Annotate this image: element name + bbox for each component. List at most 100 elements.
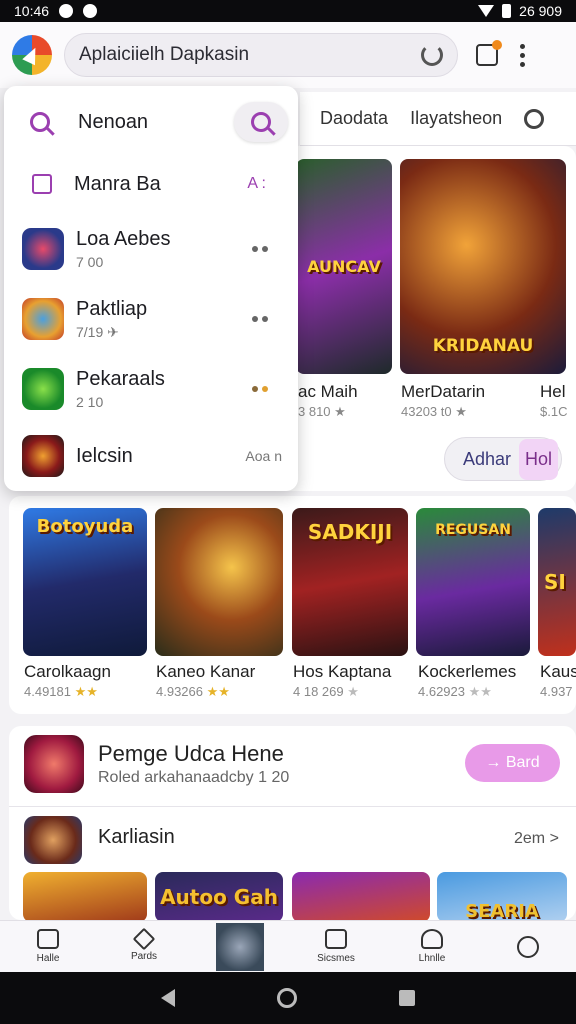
dropdown-suggestion[interactable]: Manra Ba A : xyxy=(4,164,298,204)
dropdown-item[interactable]: Pekaraals 2 10 xyxy=(4,364,298,414)
game-art: SADKIJI xyxy=(307,520,393,544)
avatar-icon xyxy=(216,922,264,971)
section-app-icon[interactable] xyxy=(24,816,82,864)
app-icon xyxy=(22,435,64,477)
tab-1[interactable]: Ilayatsheon xyxy=(410,108,502,129)
featured-name: ac Maih xyxy=(298,382,358,401)
google-icon xyxy=(83,4,98,18)
game-name: Kockerlemes xyxy=(418,662,517,681)
dropdown-item[interactable]: Paktliap 7/19 ✈ xyxy=(4,294,298,344)
nav-avatar[interactable] xyxy=(192,921,288,972)
dropdown-query-text[interactable]: Nenoan xyxy=(78,111,148,134)
filter-pill[interactable]: Adhar Hol xyxy=(444,437,562,481)
section-see-all-link[interactable]: 2em > xyxy=(514,830,559,848)
suggestion-hint: A : xyxy=(247,175,266,192)
promo-subtitle: Roled arkahanaadcby 1 20 xyxy=(98,769,290,786)
bottom-tile[interactable] xyxy=(23,872,147,922)
featured-rating: $.1C xyxy=(540,404,568,419)
section-title: Karliasin xyxy=(98,826,175,848)
game-art: SI xyxy=(544,570,566,594)
app-logo-icon[interactable] xyxy=(12,35,52,75)
app-icon xyxy=(22,298,64,340)
game-tile[interactable]: Botoyuda xyxy=(23,508,147,656)
search-icon xyxy=(30,112,50,132)
game-tile[interactable]: SI xyxy=(538,508,576,656)
game-rating: 4.49181 ★★ xyxy=(24,684,98,699)
app-icon xyxy=(22,368,64,410)
status-time: 10:46 xyxy=(14,3,50,19)
downloads-icon[interactable] xyxy=(476,40,502,66)
dropdown-item-sub: 7 00 xyxy=(76,254,104,270)
dropdown-item[interactable]: Loa Aebes 7 00 xyxy=(4,224,298,274)
bottom-tile[interactable]: SEARIA xyxy=(437,872,567,922)
nav-label: Sicsmes xyxy=(317,953,355,964)
search-submit-button[interactable] xyxy=(234,102,288,142)
bottom-tile[interactable]: Autoo Gah xyxy=(155,872,283,922)
dropdown-item-title: Pekaraals xyxy=(76,368,165,390)
system-navigation xyxy=(0,972,576,1024)
settings-icon xyxy=(517,935,539,958)
game-tile[interactable]: REGUSAN xyxy=(416,508,530,656)
tab-0[interactable]: Daodata xyxy=(320,108,388,129)
nav-profile[interactable]: Lhnlle xyxy=(384,921,480,972)
game-rating: 4.937 xyxy=(540,684,573,699)
item-more-icon[interactable] xyxy=(252,246,268,252)
bottom-tile-art xyxy=(23,872,147,922)
bottom-tile-art xyxy=(292,872,430,922)
nav-library[interactable]: Sicsmes xyxy=(288,921,384,972)
filter-pill-right[interactable]: Hol xyxy=(519,438,559,480)
nav-label: Halle xyxy=(36,953,60,964)
dropdown-item-title: Paktliap xyxy=(76,297,148,320)
more-menu-icon[interactable] xyxy=(520,43,525,67)
person-icon xyxy=(421,929,443,949)
notification-icon xyxy=(59,4,74,18)
promo-app-icon[interactable] xyxy=(24,735,84,793)
item-more-icon[interactable] xyxy=(252,316,268,322)
featured-name: MerDatarin xyxy=(401,382,486,401)
back-icon[interactable] xyxy=(161,989,175,1007)
promo-title: Pemge Udca Hene xyxy=(98,741,284,766)
game-art xyxy=(155,508,283,656)
badge-dot xyxy=(492,40,502,50)
game-name: Hos Kaptana xyxy=(293,662,392,681)
game-tile[interactable]: SADKIJI xyxy=(292,508,408,656)
search-bar[interactable]: Aplaiciielh Dapkasin xyxy=(64,33,458,77)
dropdown-item-title: Ielcsin xyxy=(76,444,133,467)
featured-art: AUNCAV xyxy=(307,257,381,276)
game-rating: 4.62923 ★★ xyxy=(418,684,492,699)
nav-label: Pards xyxy=(130,951,158,962)
dropdown-item[interactable]: Ielcsin Aoa n xyxy=(4,432,298,480)
recents-icon[interactable] xyxy=(399,990,415,1006)
nav-home[interactable]: Halle xyxy=(0,921,96,972)
item-more-icon[interactable] xyxy=(252,386,268,392)
dropdown-item-sub: 7/19 ✈ xyxy=(76,323,119,340)
game-name: Kaneo Kanar xyxy=(156,662,256,681)
wifi-icon xyxy=(478,5,495,17)
game-rating: 4 18 269 ★ xyxy=(293,684,359,699)
divider xyxy=(9,806,576,807)
app-bar: Aplaiciielh Dapkasin xyxy=(0,22,576,88)
game-art: REGUSAN xyxy=(435,522,511,538)
nav-games[interactable]: Pards xyxy=(96,921,192,972)
game-tile[interactable] xyxy=(155,508,283,656)
nav-settings[interactable] xyxy=(480,921,576,972)
category-tabs: Daodata Ilayatsheon xyxy=(300,92,576,146)
home-icon xyxy=(37,929,59,949)
promo-action-button[interactable]: → Bard xyxy=(465,744,560,782)
suggestion-label: Manra Ba xyxy=(74,172,161,195)
dropdown-query-row[interactable]: Nenoan xyxy=(4,100,298,144)
search-suggestions-dropdown: Nenoan Manra Ba A : Loa Aebes 7 00 Paktl… xyxy=(4,86,298,491)
game-name: Carolkaagn xyxy=(24,662,111,681)
status-battery-text: 26 909 xyxy=(519,3,562,19)
search-text[interactable]: Aplaiciielh Dapkasin xyxy=(79,44,421,66)
home-button-icon[interactable] xyxy=(277,988,297,1008)
refresh-icon[interactable] xyxy=(421,44,443,66)
featured-name: Hel xyxy=(540,382,566,401)
tab-more-icon[interactable] xyxy=(524,108,545,129)
game-rating: 4.93266 ★★ xyxy=(156,684,230,699)
featured-tile[interactable]: KRIDANAU xyxy=(400,159,566,374)
featured-tile[interactable]: AUNCAV xyxy=(296,159,392,374)
dropdown-item-text: Loa Aebes 7 00 xyxy=(76,228,171,270)
nav-label: Lhnlle xyxy=(418,953,446,964)
bottom-tile[interactable] xyxy=(292,872,430,922)
